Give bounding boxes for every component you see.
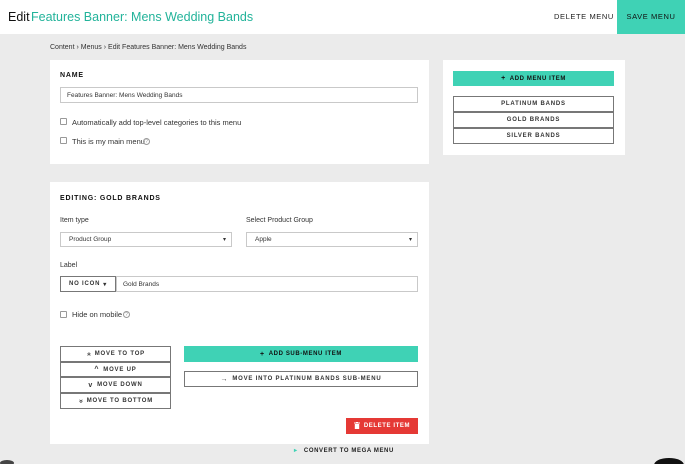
item-type-select[interactable]: Product Group ▾ [60,232,232,247]
trash-icon [353,421,360,431]
chat-widget-icon[interactable] [654,458,684,464]
auto-add-label: Automatically add top-level categories t… [72,118,242,127]
editing-panel: EDITING: GOLD BRANDS Item type Product G… [50,182,429,444]
chevron-down-icon: ▾ [408,237,412,243]
editing-heading: EDITING: GOLD BRANDS [60,195,161,202]
delete-item-label: DELETE ITEM [363,423,411,429]
chevron-down-icon: v [88,381,94,389]
breadcrumb: Content › Menus › Edit Features Banner: … [50,44,246,51]
breadcrumb-content[interactable]: Content [50,44,75,51]
main-menu-help-icon[interactable]: ? [143,138,150,145]
trash-icon-svg [353,421,360,429]
double-chevron-down-icon: » [76,398,84,404]
item-type-label: Item type [60,217,89,224]
move-to-top-label: MOVE TO TOP [94,351,145,357]
name-panel: NAME Features Banner: Mens Wedding Bands… [50,60,429,164]
move-down-label: MOVE DOWN [97,382,143,388]
move-to-bottom-label: MOVE TO BOTTOM [86,398,154,404]
breadcrumb-menus[interactable]: Menus [81,44,102,51]
name-heading: NAME [60,72,84,79]
menu-item-platinum-bands[interactable]: PLATINUM BANDS [453,96,614,112]
product-group-select[interactable]: Apple ▾ [246,232,418,247]
move-to-bottom-button[interactable]: » MOVE TO BOTTOM [60,393,171,409]
add-sub-menu-item-button[interactable]: + ADD SUB-MENU ITEM [184,346,418,362]
breadcrumb-separator: › [76,44,79,51]
plus-icon: + [260,350,265,358]
chevron-up-icon: ^ [94,366,100,373]
arrow-right-icon: → [220,375,229,383]
plus-icon: + [501,75,506,82]
product-group-value: Apple [255,236,272,243]
auto-add-checkbox[interactable] [60,118,67,125]
breadcrumb-current: Edit Features Banner: Mens Wedding Bands [108,44,247,51]
hide-mobile-help-icon[interactable]: ? [123,311,130,318]
move-to-top-button[interactable]: « MOVE TO TOP [60,346,171,362]
icon-picker-button[interactable]: NO ICON ▾ [60,276,116,292]
delete-item-button[interactable]: DELETE ITEM [346,418,418,434]
add-menu-item-button[interactable]: + ADD MENU ITEM [453,71,614,86]
main-menu-checkbox[interactable] [60,137,67,144]
move-down-button[interactable]: v MOVE DOWN [60,377,171,393]
hide-mobile-label: Hide on mobile [72,310,123,319]
move-up-button[interactable]: ^ MOVE UP [60,362,171,377]
triangle-right-icon: ▸ [294,448,298,454]
add-sub-menu-item-label: ADD SUB-MENU ITEM [268,351,342,357]
decorative-shape [0,460,14,464]
save-menu-button[interactable]: SAVE MENU [617,0,685,34]
label-input[interactable]: Gold Brands [116,276,418,292]
icon-picker-label: NO ICON [68,281,101,287]
hide-mobile-checkbox[interactable] [60,311,67,318]
move-up-label: MOVE UP [103,366,137,373]
breadcrumb-separator: › [103,44,107,51]
move-into-sub-menu-button[interactable]: → MOVE INTO PLATINUM BANDS SUB-MENU [184,371,418,387]
product-group-label: Select Product Group [246,217,313,224]
menu-items-panel: + ADD MENU ITEM PLATINUM BANDS GOLD BRAN… [443,60,625,155]
convert-mega-menu-label: CONVERT TO MEGA MENU [303,448,394,454]
double-chevron-up-icon: « [84,351,92,357]
menu-item-silver-bands[interactable]: SILVER BANDS [453,128,614,144]
chevron-down-icon: ▾ [222,237,226,243]
main-menu-label: This is my main menu [72,137,145,146]
menu-name-title: Features Banner: Mens Wedding Bands [31,10,254,24]
delete-menu-button[interactable]: DELETE MENU [554,12,614,21]
menu-item-gold-brands[interactable]: GOLD BRANDS [453,112,614,128]
chevron-down-icon: ▾ [103,281,108,288]
add-menu-item-label: ADD MENU ITEM [509,75,566,82]
item-type-value: Product Group [69,236,112,243]
edit-label: Edit [8,10,30,24]
menu-name-input[interactable]: Features Banner: Mens Wedding Bands [60,87,418,103]
convert-mega-menu-link[interactable]: ▸ CONVERT TO MEGA MENU [294,447,394,454]
move-into-sub-menu-label: MOVE INTO PLATINUM BANDS SUB-MENU [232,376,382,382]
label-label: Label [60,262,78,269]
top-bar: Edit Features Banner: Mens Wedding Bands… [0,0,685,34]
